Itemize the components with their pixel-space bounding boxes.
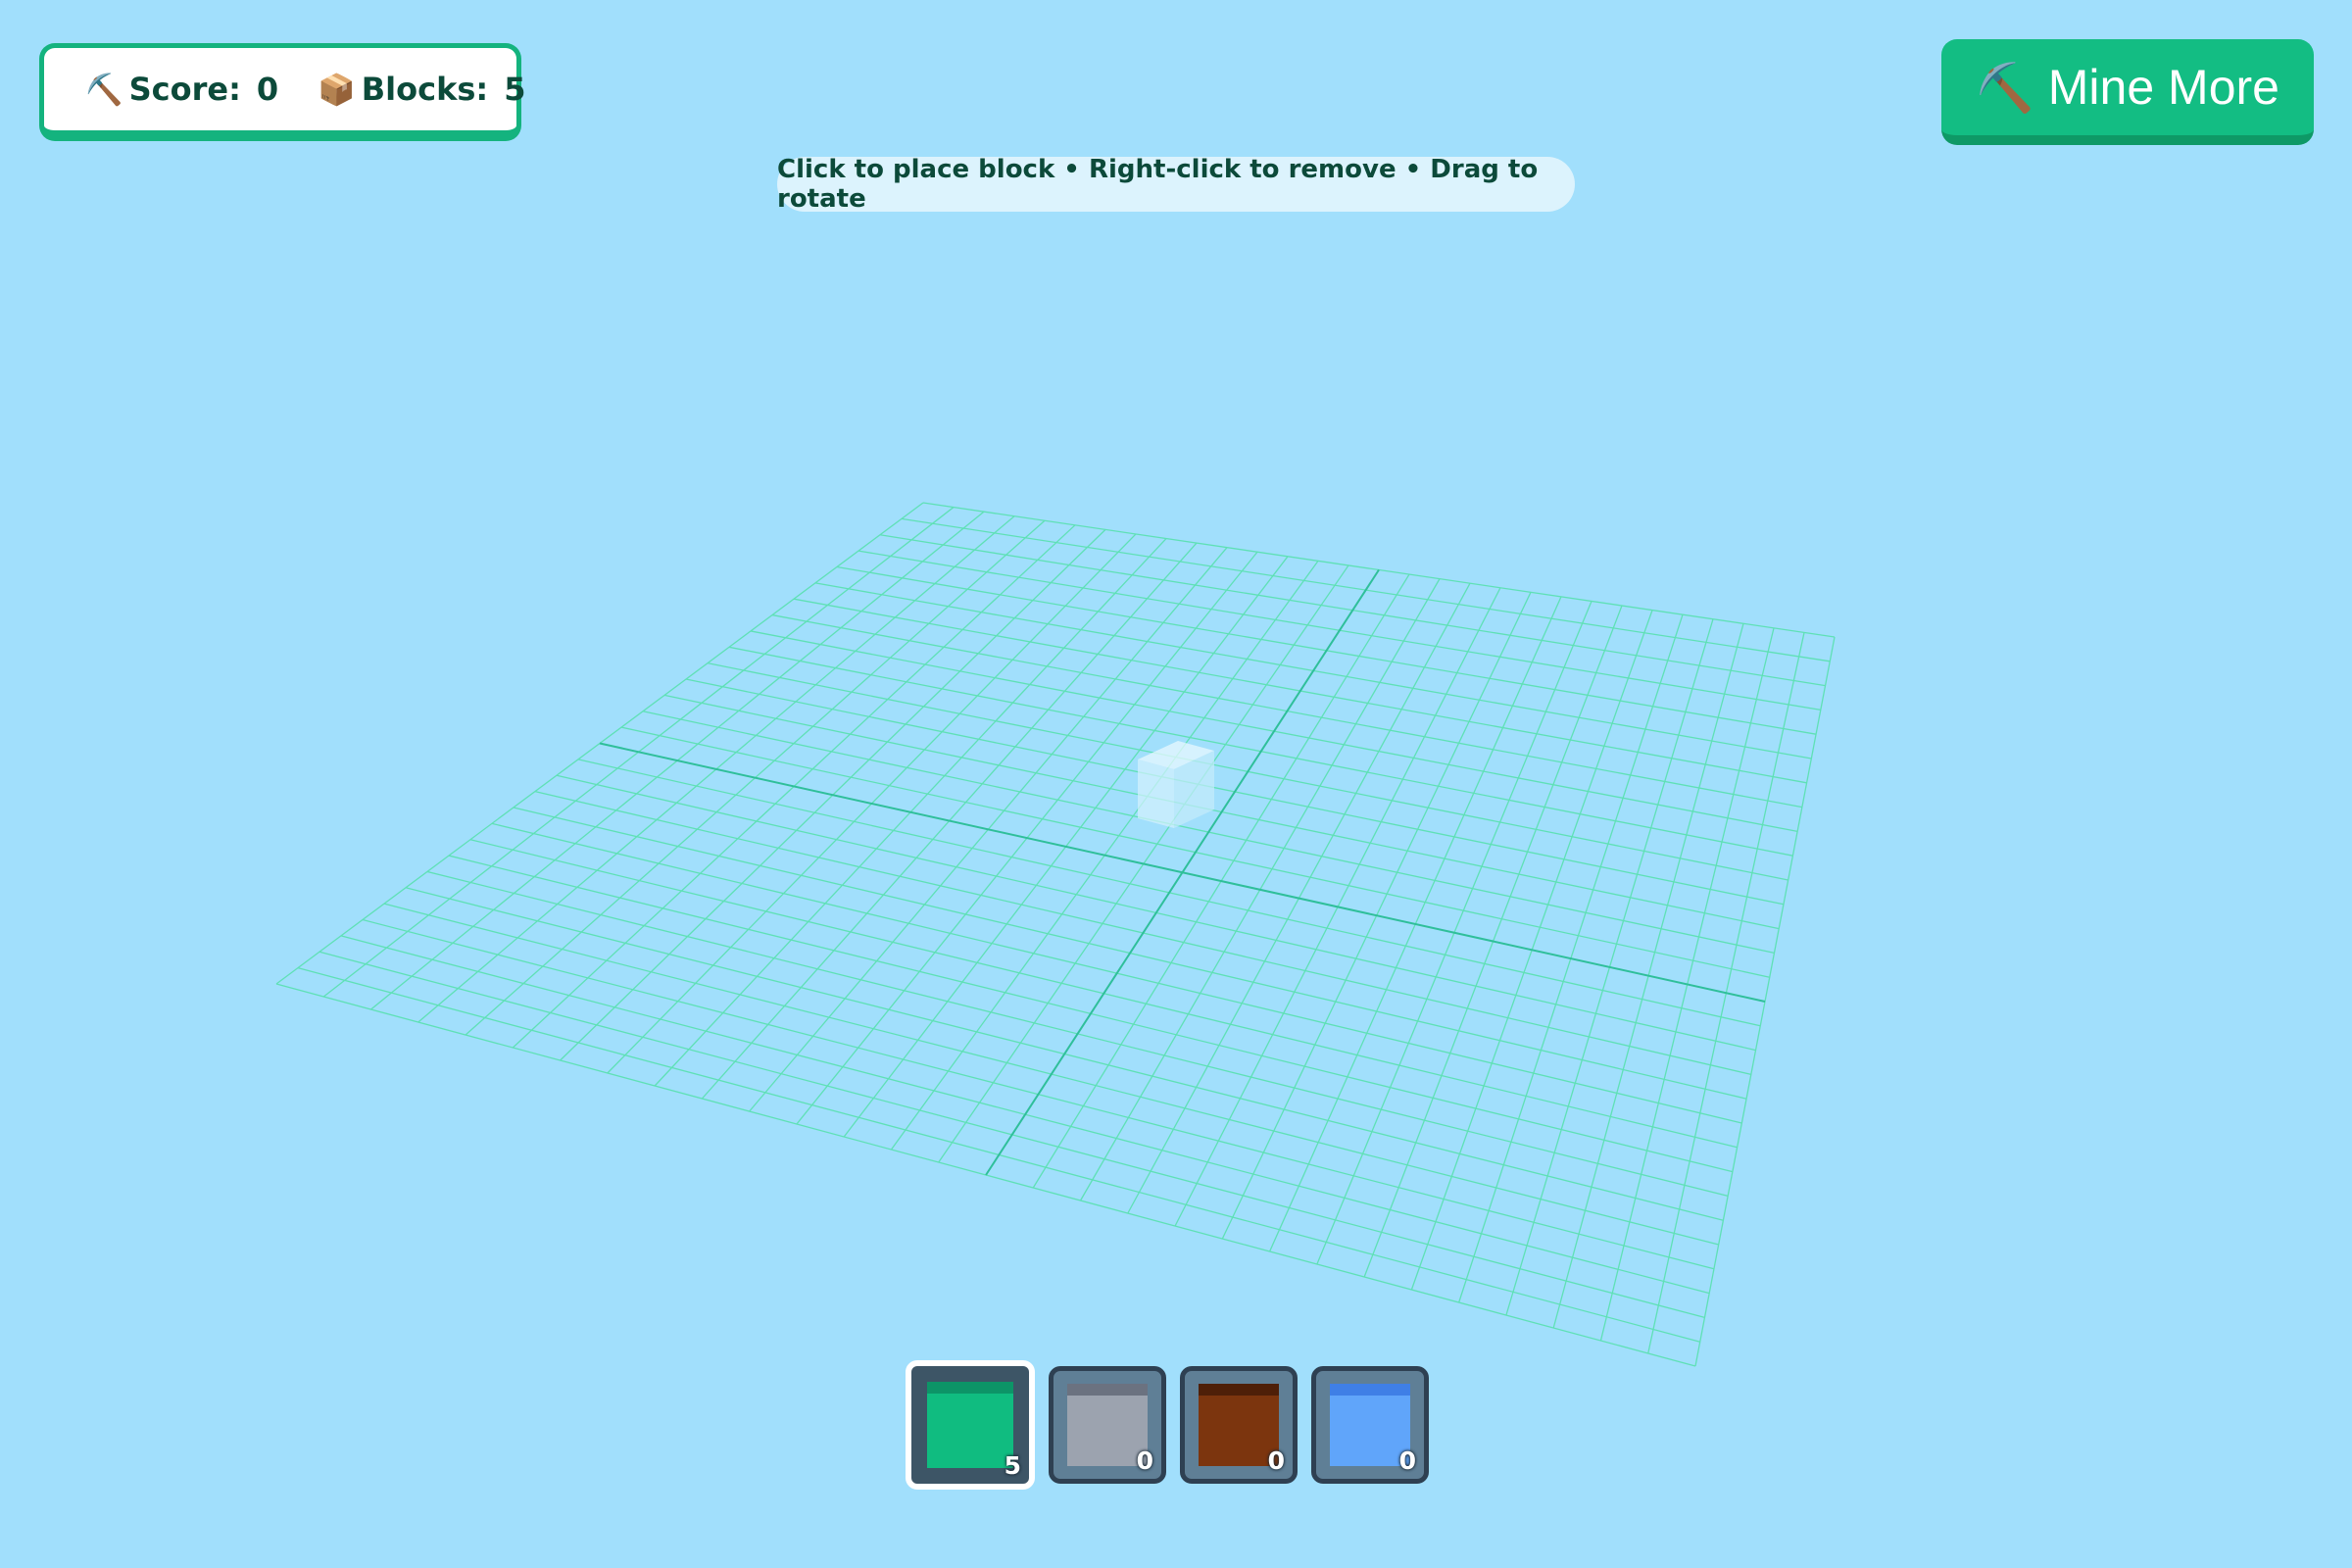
pickaxe-icon: ⛏️ <box>85 72 123 108</box>
hotbar-slot-dirt[interactable]: 0 <box>1180 1366 1298 1484</box>
game-viewport[interactable] <box>0 0 2352 1568</box>
score-label: Score: <box>128 71 241 108</box>
controls-hint: Click to place block • Right-click to re… <box>777 155 1575 214</box>
hotbar-slot-grass[interactable]: 5 <box>906 1360 1035 1490</box>
hotbar-slot-stone[interactable]: 0 <box>1049 1366 1166 1484</box>
score-panel: ⛏️ Score: 0 📦 Blocks: 5 <box>39 43 525 141</box>
pickaxe-icon: ⛏️ <box>1976 62 2034 115</box>
blocks-value: 5 <box>504 71 526 108</box>
score-value: 0 <box>256 71 279 108</box>
slot-count: 0 <box>1136 1446 1153 1475</box>
grass-block-swatch <box>927 1382 1013 1468</box>
ghost-block <box>1138 741 1214 828</box>
block-hotbar: 5 0 0 0 <box>906 1360 1429 1490</box>
blocks-stat: 📦 Blocks: 5 <box>318 71 525 108</box>
slot-count: 0 <box>1267 1446 1285 1475</box>
hotbar-slot-water[interactable]: 0 <box>1311 1366 1429 1484</box>
score-stat: ⛏️ Score: 0 <box>85 71 278 108</box>
grid-lines <box>275 502 1836 1367</box>
slot-count: 5 <box>1004 1451 1021 1480</box>
slot-count: 0 <box>1398 1446 1416 1475</box>
build-grid[interactable] <box>0 0 2352 1568</box>
blocks-label: Blocks: <box>361 71 489 108</box>
mine-more-label: Mine More <box>2047 60 2279 115</box>
package-icon: 📦 <box>318 72 356 108</box>
mine-more-button[interactable]: ⛏️ Mine More <box>1941 39 2314 145</box>
